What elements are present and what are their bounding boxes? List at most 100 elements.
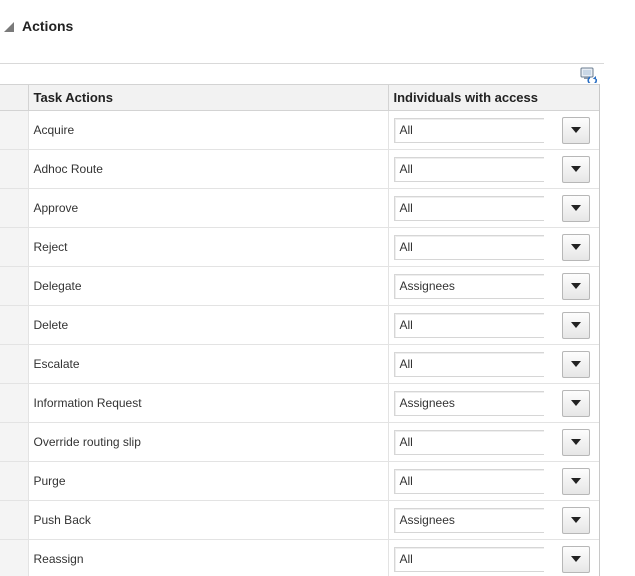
task-action-cell: Reassign: [27, 539, 388, 576]
task-action-cell: Delete: [27, 305, 388, 345]
access-select-value[interactable]: All: [393, 234, 544, 260]
access-cell: Assignees: [387, 266, 599, 306]
table-row[interactable]: Delete All: [0, 305, 599, 345]
access-cell: All: [387, 227, 599, 267]
table-row[interactable]: Reassign All: [0, 539, 599, 576]
row-selector[interactable]: [0, 305, 28, 345]
select-spacer: [544, 430, 562, 455]
access-select[interactable]: All: [393, 467, 594, 495]
row-selector[interactable]: [0, 110, 28, 150]
chevron-down-icon: [570, 556, 581, 562]
column-header-task-actions[interactable]: Task Actions: [27, 84, 388, 111]
access-select-value[interactable]: All: [393, 117, 544, 143]
refresh-icon[interactable]: [580, 67, 598, 83]
row-selector[interactable]: [0, 266, 28, 306]
access-select[interactable]: Assignees: [393, 272, 594, 300]
access-select-value[interactable]: All: [393, 312, 544, 338]
access-select-value[interactable]: Assignees: [393, 390, 544, 416]
task-action-cell: Override routing slip: [27, 422, 388, 462]
access-select[interactable]: All: [393, 545, 594, 573]
chevron-down-icon: [570, 322, 581, 328]
select-spacer: [544, 118, 562, 143]
table-header-row: Task Actions Individuals with access: [0, 84, 599, 111]
access-select[interactable]: All: [393, 233, 594, 261]
table-row[interactable]: Reject All: [0, 227, 599, 267]
row-selector[interactable]: [0, 461, 28, 501]
row-selector[interactable]: [0, 149, 28, 189]
access-select[interactable]: All: [393, 350, 594, 378]
row-selector[interactable]: [0, 383, 28, 423]
task-action-cell: Adhoc Route: [27, 149, 388, 189]
select-spacer: [544, 469, 562, 494]
column-header-individuals-with-access[interactable]: Individuals with access: [387, 84, 599, 111]
chevron-down-icon: [570, 244, 581, 250]
dropdown-button[interactable]: [561, 350, 590, 378]
dropdown-button[interactable]: [561, 389, 590, 417]
dropdown-button[interactable]: [561, 194, 590, 222]
chevron-down-icon: [570, 478, 581, 484]
access-cell: Assignees: [387, 500, 599, 540]
row-selector[interactable]: [0, 422, 28, 462]
chevron-down-icon: [570, 127, 581, 133]
chevron-down-icon: [570, 166, 581, 172]
dropdown-button[interactable]: [561, 506, 590, 534]
select-spacer: [544, 157, 562, 182]
collapse-triangle-icon[interactable]: [4, 21, 14, 32]
dropdown-button[interactable]: [561, 272, 590, 300]
select-spacer: [544, 313, 562, 338]
dropdown-button[interactable]: [561, 545, 590, 573]
table-row[interactable]: Information Request Assignees: [0, 383, 599, 423]
access-select-value[interactable]: Assignees: [393, 273, 544, 299]
access-select[interactable]: Assignees: [393, 506, 594, 534]
table-row[interactable]: Approve All: [0, 188, 599, 228]
access-select-value[interactable]: All: [393, 546, 544, 572]
row-selector[interactable]: [0, 188, 28, 228]
access-cell: All: [387, 110, 599, 150]
dropdown-button[interactable]: [561, 428, 590, 456]
table-row[interactable]: Push Back Assignees: [0, 500, 599, 540]
access-select-value[interactable]: Assignees: [393, 507, 544, 533]
table-row[interactable]: Adhoc Route All: [0, 149, 599, 189]
table-row[interactable]: Acquire All: [0, 110, 599, 150]
task-action-cell: Push Back: [27, 500, 388, 540]
access-select-value[interactable]: All: [393, 429, 544, 455]
task-action-cell: Escalate: [27, 344, 388, 384]
table-row[interactable]: Purge All: [0, 461, 599, 501]
access-select[interactable]: All: [393, 155, 594, 183]
select-spacer: [544, 235, 562, 260]
table-row[interactable]: Escalate All: [0, 344, 599, 384]
access-cell: All: [387, 344, 599, 384]
row-selector[interactable]: [0, 227, 28, 267]
dropdown-button[interactable]: [561, 233, 590, 261]
chevron-down-icon: [570, 400, 581, 406]
access-select[interactable]: All: [393, 428, 594, 456]
chevron-down-icon: [570, 439, 581, 445]
table-row[interactable]: Override routing slip All: [0, 422, 599, 462]
access-select[interactable]: All: [393, 311, 594, 339]
access-select-value[interactable]: All: [393, 468, 544, 494]
select-spacer: [544, 508, 562, 533]
access-select[interactable]: All: [393, 194, 594, 222]
access-select-value[interactable]: All: [393, 351, 544, 377]
access-select[interactable]: All: [393, 116, 594, 144]
row-selector[interactable]: [0, 344, 28, 384]
table-row[interactable]: Delegate Assignees: [0, 266, 599, 306]
dropdown-button[interactable]: [561, 467, 590, 495]
row-selector[interactable]: [0, 539, 28, 576]
access-select-value[interactable]: All: [393, 156, 544, 182]
access-select-value[interactable]: All: [393, 195, 544, 221]
select-spacer: [544, 391, 562, 416]
access-cell: All: [387, 305, 599, 345]
select-spacer: [544, 196, 562, 221]
row-header-gutter: [0, 84, 28, 111]
dropdown-button[interactable]: [561, 116, 590, 144]
select-spacer: [544, 547, 562, 572]
dropdown-button[interactable]: [561, 155, 590, 183]
row-selector[interactable]: [0, 500, 28, 540]
actions-section-header[interactable]: Actions: [4, 14, 73, 38]
access-select[interactable]: Assignees: [393, 389, 594, 417]
dropdown-button[interactable]: [561, 311, 590, 339]
task-action-cell: Acquire: [27, 110, 388, 150]
access-cell: All: [387, 539, 599, 576]
chevron-down-icon: [570, 205, 581, 211]
